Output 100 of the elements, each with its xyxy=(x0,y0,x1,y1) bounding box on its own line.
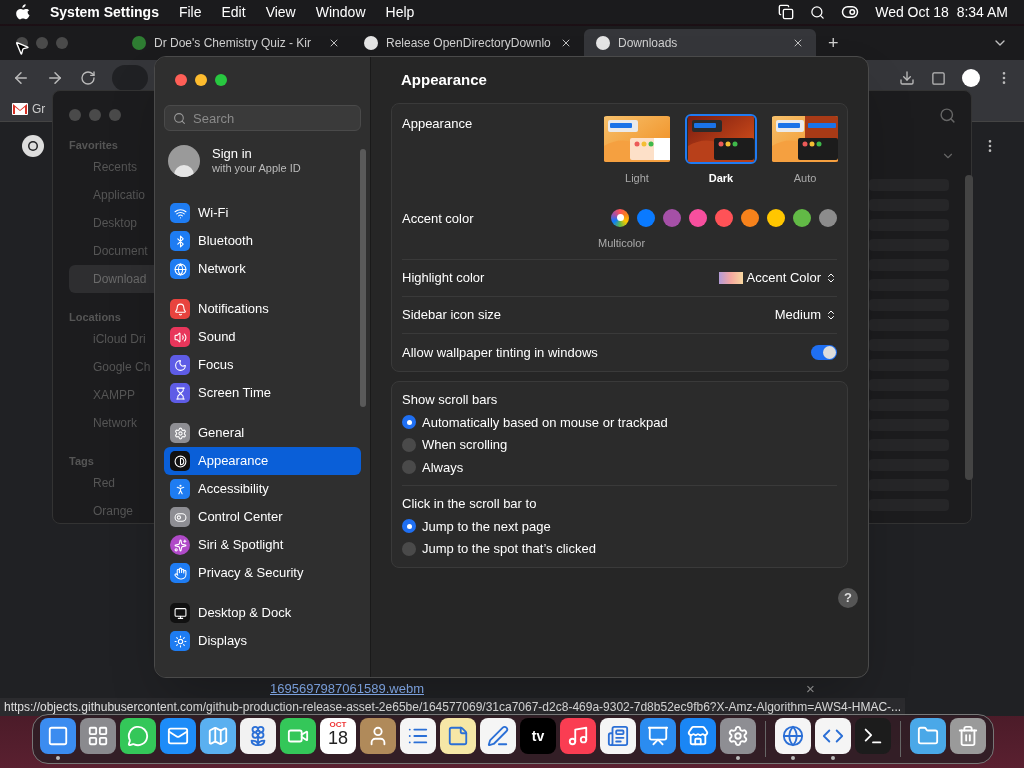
sidebar-item[interactable]: Notifications xyxy=(164,295,361,323)
accent-swatch[interactable] xyxy=(637,208,655,227)
row-label: Accent color xyxy=(402,209,474,228)
window-control[interactable] xyxy=(195,74,207,86)
option-label: Dark xyxy=(708,171,734,186)
sidebar-item[interactable]: Sound xyxy=(164,323,361,351)
sidebar-item[interactable]: Privacy & Security xyxy=(164,559,361,587)
folder-icon[interactable] xyxy=(910,718,946,754)
list-icon[interactable] xyxy=(400,718,436,754)
sidebar-item[interactable]: Focus xyxy=(164,351,361,379)
bookmark-link[interactable]: Gr xyxy=(32,99,46,118)
gear-icon[interactable] xyxy=(720,718,756,754)
code-icon[interactable] xyxy=(815,718,851,754)
radio-label: Jump to the spot that’s clicked xyxy=(422,540,596,558)
browser-tab[interactable]: Release OpenDirectoryDownlo xyxy=(352,29,584,57)
square-icon[interactable] xyxy=(931,70,946,86)
sidebar-item[interactable]: Desktop & Dock xyxy=(164,599,361,627)
radio-label: When scrolling xyxy=(422,436,508,454)
video-camera-icon[interactable] xyxy=(280,718,316,754)
appearance-option[interactable] xyxy=(601,114,673,164)
radio-button[interactable] xyxy=(402,460,416,475)
account-row[interactable]: Sign in with your Apple ID xyxy=(164,145,361,177)
apple-logo-icon[interactable] xyxy=(16,4,30,20)
accent-swatch[interactable] xyxy=(741,208,759,227)
menu-item[interactable]: Window xyxy=(315,1,366,23)
newspaper-icon[interactable] xyxy=(600,718,636,754)
browser-tab[interactable]: Downloads xyxy=(584,29,816,57)
sidebar-item[interactable]: Wi-Fi xyxy=(164,199,361,227)
calendar-app[interactable]: OCT 18 xyxy=(320,718,356,754)
radio-button[interactable] xyxy=(402,437,416,452)
accent-swatch[interactable] xyxy=(715,208,733,227)
accent-swatch[interactable] xyxy=(663,208,681,227)
sidebar-item[interactable]: Network xyxy=(164,255,361,283)
toggle-icon[interactable] xyxy=(841,3,860,21)
menu-item[interactable]: Help xyxy=(385,1,415,23)
radio-button[interactable] xyxy=(402,541,416,556)
radio-button[interactable] xyxy=(402,519,416,534)
store-icon[interactable] xyxy=(680,718,716,754)
forward-icon[interactable] xyxy=(46,69,64,87)
flower-icon[interactable] xyxy=(240,718,276,754)
chevrons-icon xyxy=(825,272,837,284)
profile-avatar[interactable] xyxy=(962,69,980,87)
squiggle-icon[interactable] xyxy=(480,718,516,754)
clock[interactable]: Wed Oct 18 8:34 AM xyxy=(875,1,1008,23)
scrollbar-thumb[interactable] xyxy=(360,149,366,407)
group-label: Click in the scroll bar to xyxy=(402,495,538,513)
close-icon[interactable] xyxy=(560,37,572,49)
menu-item[interactable]: View xyxy=(265,1,296,23)
grid-icon[interactable] xyxy=(80,718,116,754)
accent-swatch[interactable] xyxy=(611,208,629,227)
back-icon[interactable] xyxy=(12,69,30,87)
close-button[interactable]: × xyxy=(805,677,815,701)
chat-bubble-icon[interactable] xyxy=(120,718,156,754)
search-field[interactable]: Search xyxy=(164,105,361,131)
accent-swatch[interactable] xyxy=(819,208,837,227)
globe-icon[interactable] xyxy=(775,718,811,754)
appearance-option[interactable] xyxy=(769,114,841,164)
window-control[interactable] xyxy=(215,74,227,86)
download-link[interactable]: 1695697987061589.webm xyxy=(270,679,424,699)
trash-icon[interactable] xyxy=(950,718,986,754)
overlapping-rectangles-icon[interactable] xyxy=(778,4,795,20)
dock-separator xyxy=(765,721,766,757)
close-icon[interactable] xyxy=(792,37,804,49)
radio-label: Jump to the next page xyxy=(422,517,551,536)
accent-swatch[interactable] xyxy=(689,208,707,227)
highlight-color-popup[interactable]: Accent Color xyxy=(718,268,837,288)
scrollbar-thumb[interactable] xyxy=(965,175,973,480)
new-tab-button[interactable]: + xyxy=(828,29,839,57)
sidebar-item[interactable]: Screen Time xyxy=(164,379,361,407)
toggle-switch[interactable] xyxy=(811,345,837,360)
browser-tab[interactable]: Dr Doe's Chemistry Quiz - Kir xyxy=(120,29,352,57)
radio-button[interactable] xyxy=(402,415,416,430)
search-icon[interactable] xyxy=(810,4,826,20)
dock-separator xyxy=(900,721,901,757)
presentation-icon[interactable] xyxy=(640,718,676,754)
reload-icon[interactable] xyxy=(80,70,96,86)
close-icon[interactable] xyxy=(328,37,340,49)
sidebar-item[interactable]: Accessibility xyxy=(164,475,361,503)
menu-item[interactable]: Edit xyxy=(221,1,246,23)
sidebar-item[interactable]: General xyxy=(164,419,361,447)
two-tone-square-icon[interactable] xyxy=(40,718,76,754)
map-icon[interactable] xyxy=(200,718,236,754)
sidebar-item[interactable]: Displays xyxy=(164,627,361,655)
app-menu[interactable]: System Settings xyxy=(50,1,159,23)
sidebar-item[interactable]: Control Center xyxy=(164,503,361,531)
sidebar-item[interactable]: Bluetooth xyxy=(164,227,361,255)
icon-size-popup[interactable]: Medium xyxy=(774,305,837,325)
sidebar-item[interactable]: Appearance xyxy=(164,447,361,475)
sidebar-item[interactable]: Siri & Spotlight xyxy=(164,531,361,559)
music-note-icon[interactable] xyxy=(560,718,596,754)
menu-item[interactable]: File xyxy=(178,1,202,23)
accent-swatch[interactable] xyxy=(767,208,785,227)
accent-swatch[interactable] xyxy=(793,208,811,227)
tv-app[interactable]: tv xyxy=(520,718,556,754)
envelope-icon[interactable] xyxy=(12,102,28,115)
terminal-icon[interactable] xyxy=(855,718,891,754)
envelope-icon[interactable] xyxy=(160,718,196,754)
person-icon[interactable] xyxy=(360,718,396,754)
help-button[interactable]: ? xyxy=(838,587,858,608)
note-icon[interactable] xyxy=(440,718,476,754)
